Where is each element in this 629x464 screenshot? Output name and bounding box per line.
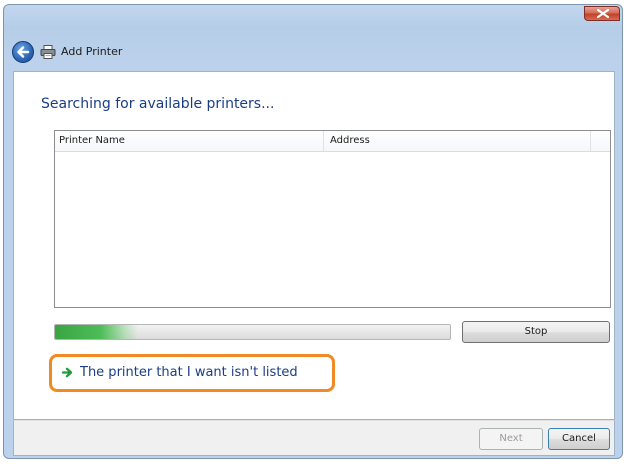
page-heading: Searching for available printers... [41,96,275,112]
column-header-printer-name[interactable]: Printer Name [55,131,324,151]
stop-button[interactable]: Stop [462,321,610,343]
footer-bar: Next Cancel [13,420,615,456]
printer-list[interactable]: Printer Name Address [54,130,611,308]
back-arrow-icon [17,46,30,58]
add-printer-window: Add Printer Searching for available prin… [3,4,623,459]
back-button[interactable] [12,41,34,63]
printer-icon [40,45,56,59]
search-progress-bar [54,324,451,340]
cancel-button[interactable]: Cancel [548,428,610,450]
list-header: Printer Name Address [55,131,610,152]
column-header-address[interactable]: Address [324,131,591,151]
close-button[interactable] [584,6,620,21]
window-title: Add Printer [61,45,123,58]
next-button[interactable]: Next [479,428,543,450]
close-icon [597,9,609,18]
printer-not-listed-highlight: The printer that I want isn't listed [49,354,335,392]
content-panel: Searching for available printers... Prin… [13,71,615,420]
green-arrow-icon [62,367,73,378]
printer-not-listed-link[interactable]: The printer that I want isn't listed [80,365,298,380]
progress-fill [55,325,138,339]
